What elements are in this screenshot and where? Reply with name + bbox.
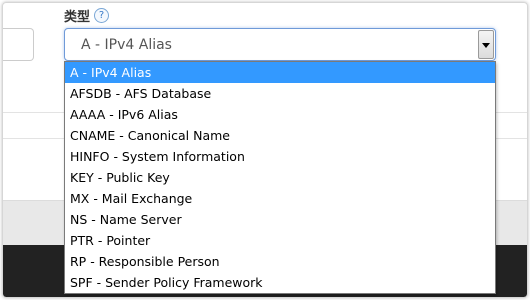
screenshot-frame: 类型 ? A - IPv4 Alias A - IPv4 Alias AFSDB… [0, 0, 530, 300]
window-border [2, 2, 528, 298]
